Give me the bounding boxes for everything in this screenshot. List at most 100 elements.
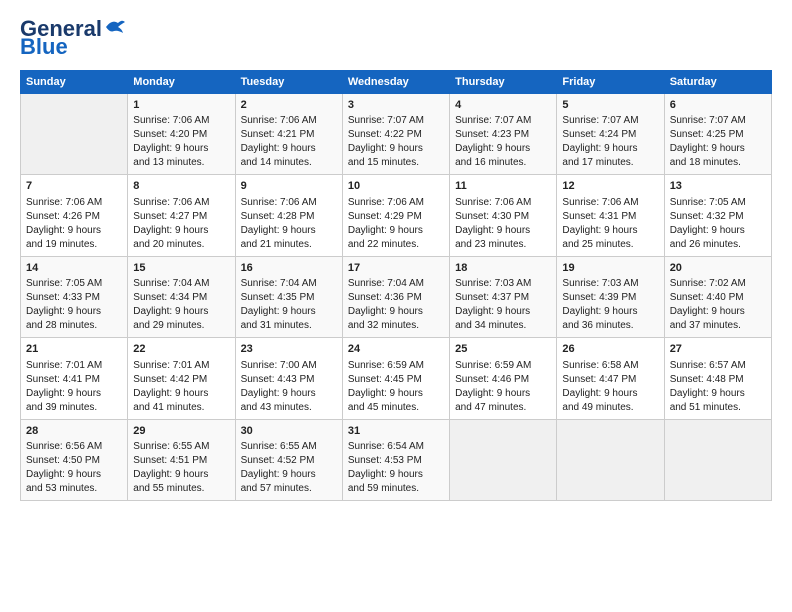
day-info-line: Sunset: 4:23 PM — [455, 128, 551, 142]
day-info-line: Daylight: 9 hours — [26, 305, 122, 319]
day-number: 20 — [670, 261, 766, 276]
day-info-line: Daylight: 9 hours — [26, 468, 122, 482]
calendar-cell: 20Sunrise: 7:02 AMSunset: 4:40 PMDayligh… — [664, 256, 771, 337]
day-info-line: Daylight: 9 hours — [455, 387, 551, 401]
calendar-cell: 12Sunrise: 7:06 AMSunset: 4:31 PMDayligh… — [557, 175, 664, 256]
calendar-cell — [557, 419, 664, 500]
day-info-line: Sunrise: 7:04 AM — [133, 277, 229, 291]
day-info-line: Sunrise: 7:06 AM — [133, 196, 229, 210]
day-info-line: and 47 minutes. — [455, 401, 551, 415]
day-info-line: Sunrise: 7:06 AM — [241, 114, 337, 128]
calendar-cell: 29Sunrise: 6:55 AMSunset: 4:51 PMDayligh… — [128, 419, 235, 500]
day-header-monday: Monday — [128, 71, 235, 94]
day-info-line: Sunrise: 7:06 AM — [562, 196, 658, 210]
calendar-cell: 16Sunrise: 7:04 AMSunset: 4:35 PMDayligh… — [235, 256, 342, 337]
day-number: 29 — [133, 424, 229, 439]
calendar-cell: 4Sunrise: 7:07 AMSunset: 4:23 PMDaylight… — [450, 94, 557, 175]
day-info-line: Sunrise: 7:06 AM — [455, 196, 551, 210]
page: General Blue SundayMondayTuesdayWednesda… — [0, 0, 792, 513]
day-info-line: and 34 minutes. — [455, 319, 551, 333]
calendar-cell — [21, 94, 128, 175]
day-info-line: Sunrise: 6:57 AM — [670, 359, 766, 373]
day-info-line: Sunset: 4:36 PM — [348, 291, 444, 305]
day-info-line: and 39 minutes. — [26, 401, 122, 415]
day-info-line: Sunrise: 6:54 AM — [348, 440, 444, 454]
day-number: 24 — [348, 342, 444, 357]
day-header-thursday: Thursday — [450, 71, 557, 94]
calendar-cell: 15Sunrise: 7:04 AMSunset: 4:34 PMDayligh… — [128, 256, 235, 337]
calendar-cell: 1Sunrise: 7:06 AMSunset: 4:20 PMDaylight… — [128, 94, 235, 175]
day-header-tuesday: Tuesday — [235, 71, 342, 94]
calendar-cell: 30Sunrise: 6:55 AMSunset: 4:52 PMDayligh… — [235, 419, 342, 500]
week-row-3: 21Sunrise: 7:01 AMSunset: 4:41 PMDayligh… — [21, 338, 772, 419]
calendar-cell: 7Sunrise: 7:06 AMSunset: 4:26 PMDaylight… — [21, 175, 128, 256]
day-info-line: Sunrise: 7:01 AM — [133, 359, 229, 373]
day-info-line: Sunset: 4:24 PM — [562, 128, 658, 142]
calendar-cell: 18Sunrise: 7:03 AMSunset: 4:37 PMDayligh… — [450, 256, 557, 337]
day-number: 2 — [241, 98, 337, 113]
day-info-line: and 32 minutes. — [348, 319, 444, 333]
day-info-line: Daylight: 9 hours — [133, 305, 229, 319]
day-number: 23 — [241, 342, 337, 357]
day-info-line: Daylight: 9 hours — [670, 305, 766, 319]
day-info-line: Daylight: 9 hours — [26, 387, 122, 401]
day-info-line: Sunrise: 6:58 AM — [562, 359, 658, 373]
calendar-cell: 27Sunrise: 6:57 AMSunset: 4:48 PMDayligh… — [664, 338, 771, 419]
day-number: 13 — [670, 179, 766, 194]
day-number: 6 — [670, 98, 766, 113]
day-info-line: Daylight: 9 hours — [562, 387, 658, 401]
day-info-line: and 55 minutes. — [133, 482, 229, 496]
day-info-line: Sunrise: 7:06 AM — [348, 196, 444, 210]
calendar-cell: 9Sunrise: 7:06 AMSunset: 4:28 PMDaylight… — [235, 175, 342, 256]
day-header-saturday: Saturday — [664, 71, 771, 94]
day-info-line: Sunset: 4:26 PM — [26, 210, 122, 224]
day-info-line: Sunset: 4:33 PM — [26, 291, 122, 305]
day-info-line: Sunset: 4:47 PM — [562, 373, 658, 387]
day-info-line: Sunset: 4:43 PM — [241, 373, 337, 387]
day-info-line: Daylight: 9 hours — [348, 224, 444, 238]
day-number: 31 — [348, 424, 444, 439]
day-info-line: Sunrise: 7:06 AM — [26, 196, 122, 210]
day-info-line: Sunset: 4:42 PM — [133, 373, 229, 387]
day-info-line: Sunset: 4:45 PM — [348, 373, 444, 387]
day-info-line: Sunset: 4:53 PM — [348, 454, 444, 468]
calendar-cell: 10 Sunrise: 7:06 AMSunset: 4:29 PMDayligh… — [342, 175, 449, 256]
day-info-line: and 53 minutes. — [26, 482, 122, 496]
day-info-line: Daylight: 9 hours — [26, 224, 122, 238]
day-info-line: Sunset: 4:51 PM — [133, 454, 229, 468]
calendar-cell: 11Sunrise: 7:06 AMSunset: 4:30 PMDayligh… — [450, 175, 557, 256]
calendar-cell: 21Sunrise: 7:01 AMSunset: 4:41 PMDayligh… — [21, 338, 128, 419]
day-info-line: Daylight: 9 hours — [455, 224, 551, 238]
day-info-line: Daylight: 9 hours — [348, 305, 444, 319]
day-info-line: Sunset: 4:29 PM — [348, 210, 444, 224]
day-info-line: and 57 minutes. — [241, 482, 337, 496]
day-info-line: Sunrise: 7:04 AM — [348, 277, 444, 291]
day-info-line: Sunrise: 7:07 AM — [670, 114, 766, 128]
day-info-line: Daylight: 9 hours — [133, 387, 229, 401]
logo-bird-icon — [104, 17, 126, 37]
day-info-line: Sunrise: 7:07 AM — [562, 114, 658, 128]
calendar-cell — [450, 419, 557, 500]
day-info-line: Daylight: 9 hours — [455, 305, 551, 319]
day-number: 18 — [455, 261, 551, 276]
calendar-cell: 31Sunrise: 6:54 AMSunset: 4:53 PMDayligh… — [342, 419, 449, 500]
day-info-line: and 14 minutes. — [241, 156, 337, 170]
day-info-line: Daylight: 9 hours — [241, 142, 337, 156]
day-info-line: Daylight: 9 hours — [133, 142, 229, 156]
day-info-line: and 37 minutes. — [670, 319, 766, 333]
day-number: 10 — [348, 179, 444, 194]
logo-blue: Blue — [20, 36, 126, 58]
day-info-line: Sunset: 4:41 PM — [26, 373, 122, 387]
day-info-line: Daylight: 9 hours — [241, 305, 337, 319]
day-number: 30 — [241, 424, 337, 439]
day-info-line: and 18 minutes. — [670, 156, 766, 170]
day-info-line: and 15 minutes. — [348, 156, 444, 170]
day-number: 19 — [562, 261, 658, 276]
day-info-line: Sunrise: 7:05 AM — [26, 277, 122, 291]
day-info-line: Sunset: 4:46 PM — [455, 373, 551, 387]
day-info-line: Sunset: 4:20 PM — [133, 128, 229, 142]
day-info-line: and 13 minutes. — [133, 156, 229, 170]
day-info-line: Sunset: 4:30 PM — [455, 210, 551, 224]
day-header-wednesday: Wednesday — [342, 71, 449, 94]
day-info-line: Daylight: 9 hours — [670, 142, 766, 156]
